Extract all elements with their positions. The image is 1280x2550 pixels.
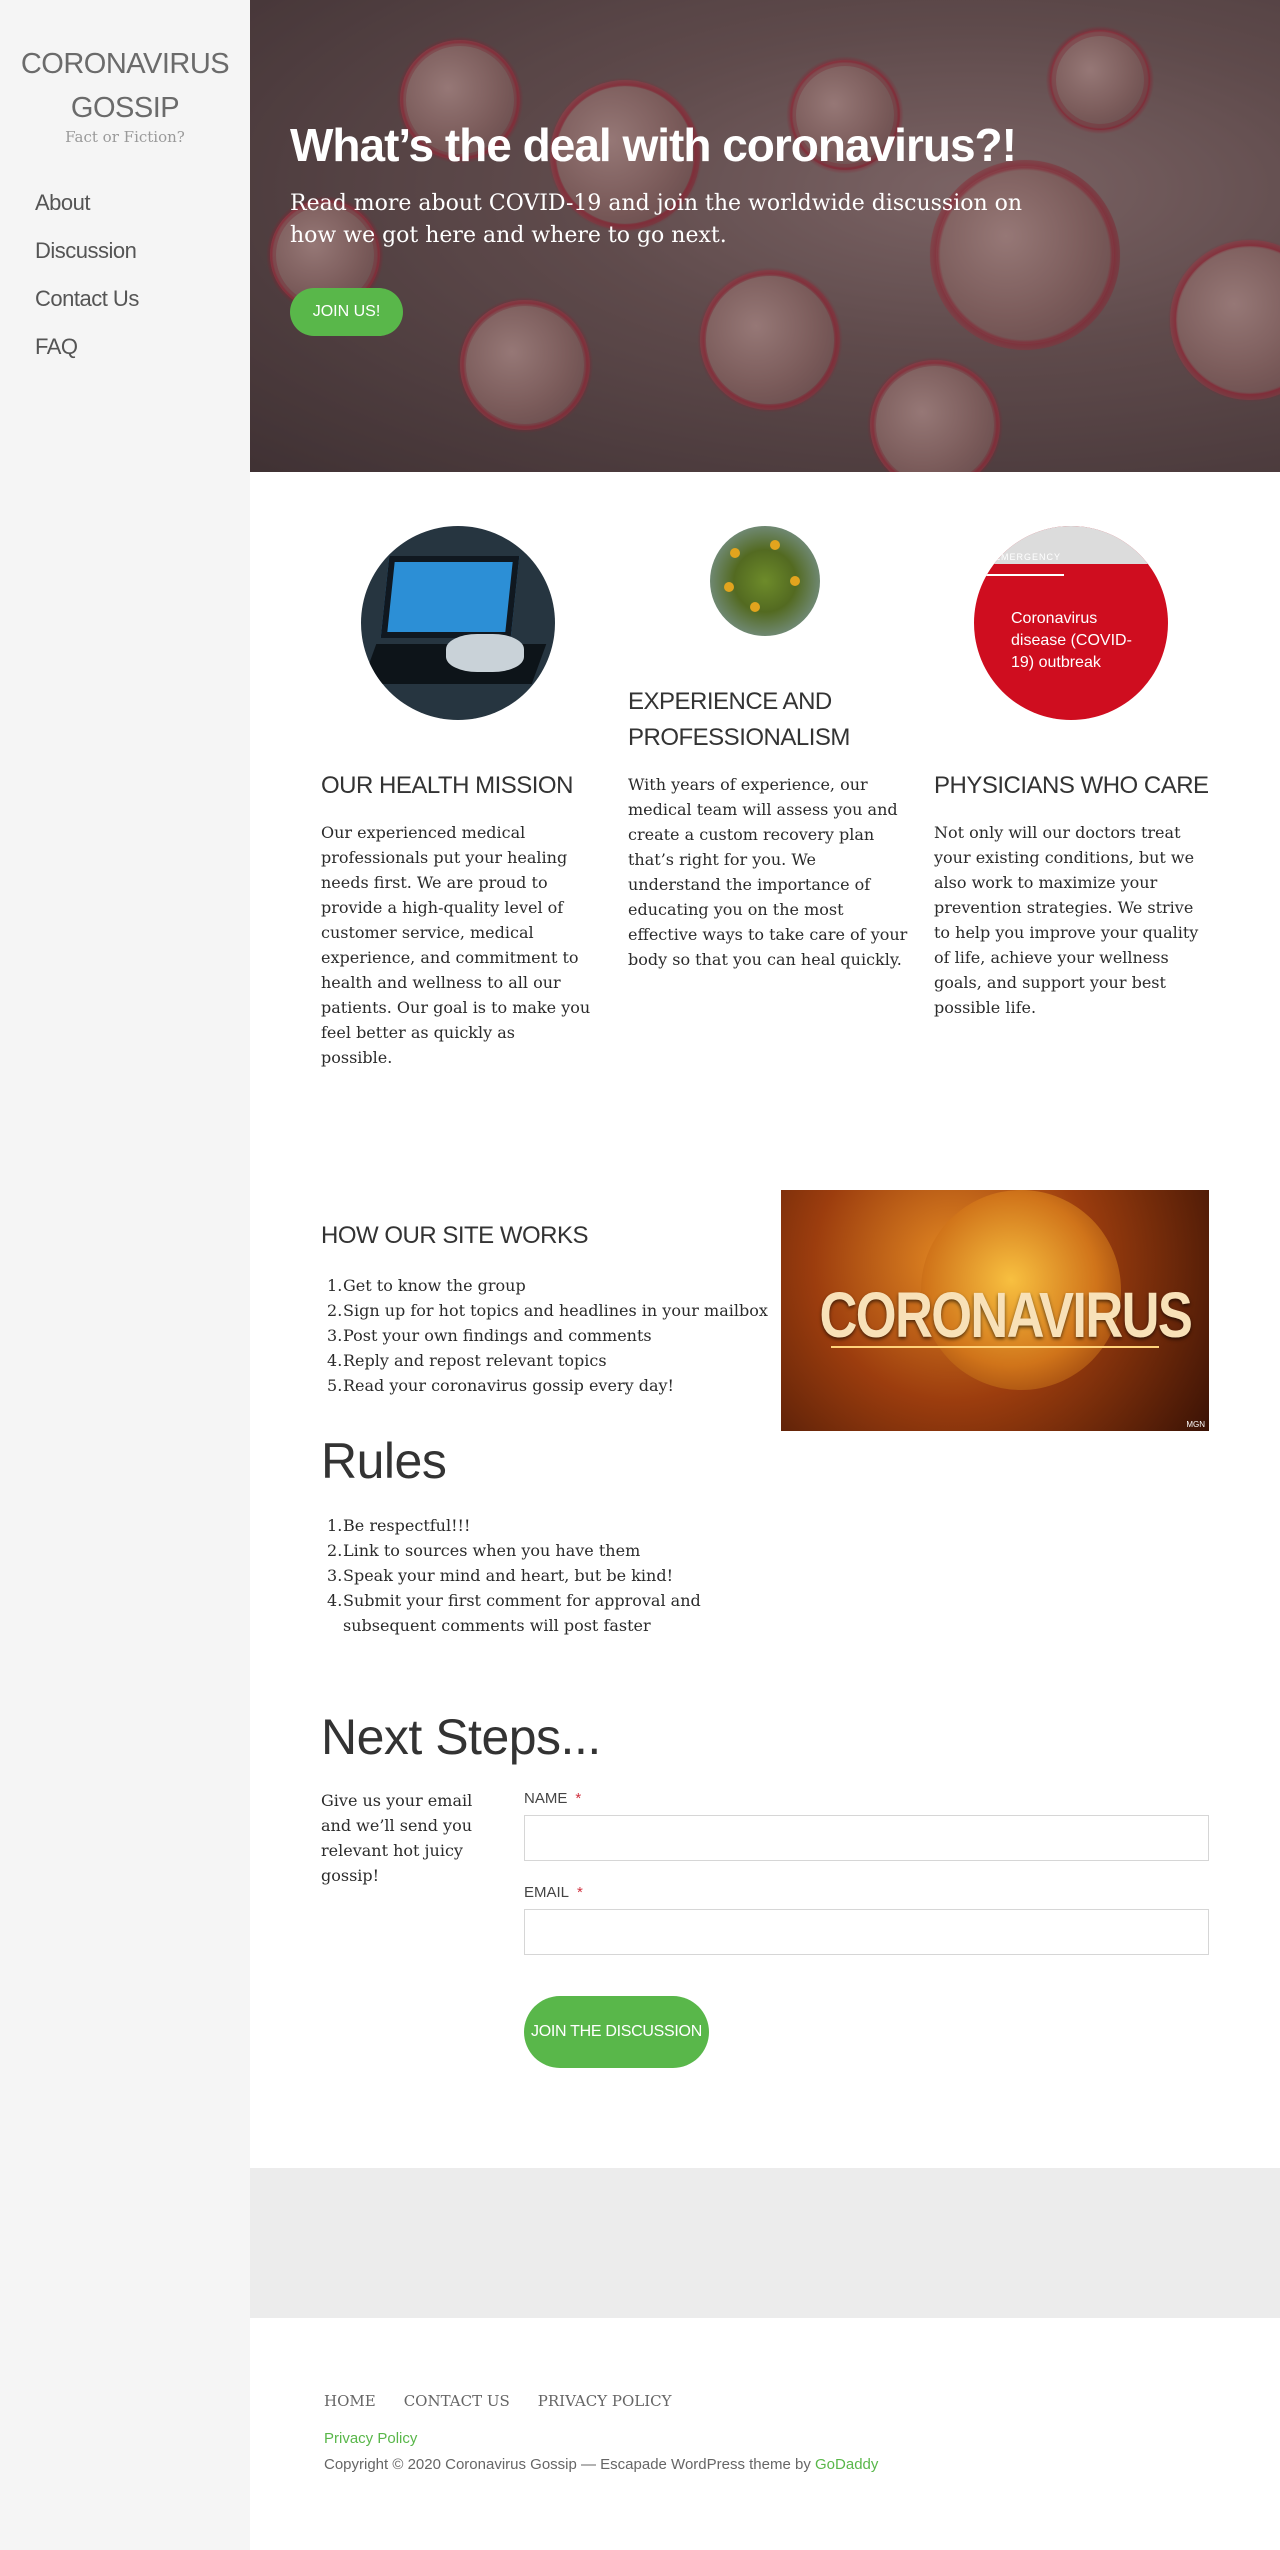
how-it-works-list: Get to know the group Sign up for hot to… [321,1273,781,1398]
next-steps-heading: Next Steps... [321,1709,601,1765]
feature-body: With years of experience, our medical te… [628,775,908,969]
site-title-line1[interactable]: CORONAVIRUS [0,42,250,86]
footer-widget-area [250,2168,1280,2318]
join-us-button[interactable]: JOIN US! [290,288,403,336]
laptop-mask-image [361,526,555,720]
footer-link-contact-us[interactable]: CONTACT US [404,2392,510,2410]
footer-link-home[interactable]: HOME [324,2392,376,2410]
list-item: Sign up for hot topics and headlines in … [327,1298,768,1323]
list-item: Reply and repost relevant topics [327,1348,607,1373]
virus-spike [724,582,734,592]
required-mark: * [575,1790,582,1807]
hero-title: What’s the deal with coronavirus?! [290,119,1017,171]
rules-list: Be respectful!!! Link to sources when yo… [321,1513,701,1638]
site-title[interactable]: CORONAVIRUS GOSSIP [0,42,250,130]
how-it-works-heading: HOW OUR SITE WORKS [321,1222,589,1249]
face-mask [446,634,524,672]
image-divider-line [831,1346,1159,1348]
list-item: Get to know the group [327,1273,526,1298]
list-item: Post your own findings and comments [327,1323,652,1348]
image-credit: MGN [1186,1420,1205,1429]
emergency-label: EMERGENCY [994,552,1062,562]
nav-item-faq[interactable]: FAQ [35,334,139,382]
name-label: NAME * [524,1790,581,1807]
nav-item-about[interactable]: About [35,190,139,238]
virus-spike [770,540,780,550]
privacy-policy-link[interactable]: Privacy Policy [324,2430,417,2447]
emergency-sign-image: EMERGENCY Coronavirus disease (COVID-19)… [974,526,1168,720]
feature-heading: PHYSICIANS WHO CARE [934,772,1209,799]
rules-heading: Rules [321,1433,447,1489]
list-item: Be respectful!!! [327,1513,471,1538]
nav-item-discussion[interactable]: Discussion [35,238,139,286]
site-title-line2[interactable]: GOSSIP [0,86,250,130]
virus-closeup-image [710,526,820,636]
list-item: Link to sources when you have them [327,1538,641,1563]
list-item: Speak your mind and heart, but be kind! [327,1563,674,1588]
feature-body: Our experienced medical professionals pu… [321,823,591,1067]
name-label-text: NAME [524,1790,568,1807]
list-item: Read your coronavirus gossip every day! [327,1373,674,1398]
email-label: EMAIL * [524,1884,583,1901]
feature-physicians: EMERGENCY Coronavirus disease (COVID-19)… [934,526,1214,1017]
virus-spike [730,548,740,558]
list-item: Submit your first comment for approval a… [327,1588,701,1635]
copyright-text: Copyright © 2020 Coronavirus Gossip — Es… [324,2456,816,2473]
email-field[interactable] [524,1909,1209,1955]
coronavirus-image-text: CORONAVIRUS [819,1279,1193,1351]
feature-experience: EXPERIENCE AND PROFESSIONALISM With year… [628,526,908,1006]
feature-heading: OUR HEALTH MISSION [321,772,573,799]
feature-health-mission: OUR HEALTH MISSION Our experienced medic… [321,526,601,1067]
coronavirus-banner-image: CORONAVIRUS MGN [781,1190,1209,1431]
next-steps-intro: Give us your email and we’ll send you re… [321,1791,473,1885]
hero-text: Read more about COVID-19 and join the wo… [290,191,1023,248]
feature-heading: EXPERIENCE AND PROFESSIONALISM [628,688,850,751]
sidebar: CORONAVIRUS GOSSIP Fact or Fiction? Abou… [0,0,250,2550]
virus-spike [750,602,760,612]
name-field[interactable] [524,1815,1209,1861]
godaddy-link[interactable]: GoDaddy [815,2456,878,2473]
hero-banner: What’s the deal with coronavirus?! Read … [250,0,1280,472]
feature-body: Not only will our doctors treat your exi… [934,823,1199,1017]
required-mark: * [577,1884,583,1901]
footer-nav: HOME CONTACT US PRIVACY POLICY [324,2392,672,2410]
footer-link-privacy-policy[interactable]: PRIVACY POLICY [538,2392,672,2410]
footer-copyright: Copyright © 2020 Coronavirus Gossip — Es… [324,2456,878,2473]
main-nav: About Discussion Contact Us FAQ [35,190,139,382]
virus-spike [790,576,800,586]
nav-item-contact-us[interactable]: Contact Us [35,286,139,334]
site-tagline: Fact or Fiction? [65,128,185,146]
join-discussion-button[interactable]: JOIN THE DISCUSSION [524,1996,709,2068]
laptop-screen [380,556,520,638]
emergency-text: Coronavirus disease (COVID-19) outbreak [1011,610,1132,671]
emergency-line [974,574,1064,576]
email-label-text: EMAIL [524,1884,570,1901]
